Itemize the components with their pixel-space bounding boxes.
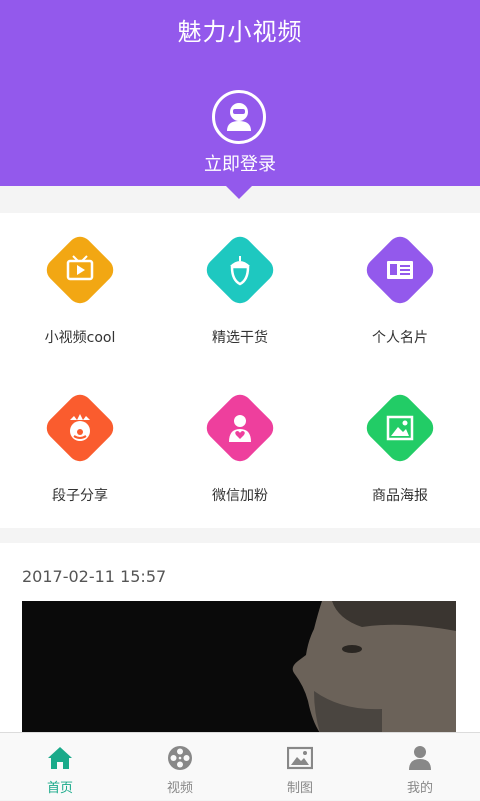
menu-item-label: 段子分享 — [52, 488, 108, 504]
feed-date: 2017-02-11 15:57 — [22, 567, 167, 586]
menu-item-business-card[interactable]: 个人名片 — [320, 213, 480, 371]
login-label[interactable]: 立即登录 — [0, 150, 480, 176]
menu-item-label: 精选干货 — [212, 330, 268, 346]
tv-icon — [66, 255, 94, 281]
menu-item-featured[interactable]: 精选干货 — [160, 213, 320, 371]
film-reel-icon — [168, 746, 192, 770]
menu-item-label: 个人名片 — [372, 330, 428, 346]
bottom-tab-bar: 首页 视频 制图 我的 — [0, 732, 480, 800]
menu-item-label: 微信加粉 — [212, 488, 268, 504]
header: 魅力小视频 立即登录 — [0, 0, 480, 186]
tab-label: 制图 — [286, 781, 313, 796]
feed-card[interactable]: 2017-02-11 15:57 — [0, 543, 480, 733]
login-avatar-button[interactable] — [212, 90, 266, 144]
menu-item-video-cool[interactable]: 小视频cool — [0, 213, 160, 371]
person-heart-icon — [229, 415, 251, 442]
menu-item-product-poster[interactable]: 商品海报 — [320, 371, 480, 529]
feed-thumbnail-image — [22, 601, 456, 733]
user-icon — [409, 746, 431, 770]
tab-video[interactable]: 视频 — [120, 733, 240, 801]
menu-item-jokes[interactable]: 段子分享 — [0, 371, 160, 529]
tab-design[interactable]: 制图 — [240, 733, 360, 801]
clown-icon — [70, 414, 90, 441]
image-icon — [287, 746, 313, 770]
menu-item-wechat-followers[interactable]: 微信加粉 — [160, 371, 320, 529]
menu-item-label: 商品海报 — [372, 488, 428, 504]
menu-grid: 小视频cool 精选干货 个人名片 段子分享 微信加粉 商品海报 — [0, 213, 480, 528]
acorn-icon — [230, 256, 250, 286]
picture-icon — [386, 415, 414, 441]
tab-label: 首页 — [46, 781, 73, 796]
app-title: 魅力小视频 — [177, 18, 303, 46]
feed-thumbnail[interactable] — [22, 601, 456, 733]
user-avatar-icon — [227, 103, 251, 131]
tab-mine[interactable]: 我的 — [360, 733, 480, 801]
tab-label: 我的 — [406, 781, 433, 796]
home-icon — [48, 747, 72, 769]
tab-label: 视频 — [166, 781, 193, 796]
tab-home[interactable]: 首页 — [0, 733, 120, 801]
menu-item-label: 小视频cool — [44, 330, 116, 346]
id-card-icon — [387, 261, 413, 279]
header-notch — [226, 186, 252, 199]
